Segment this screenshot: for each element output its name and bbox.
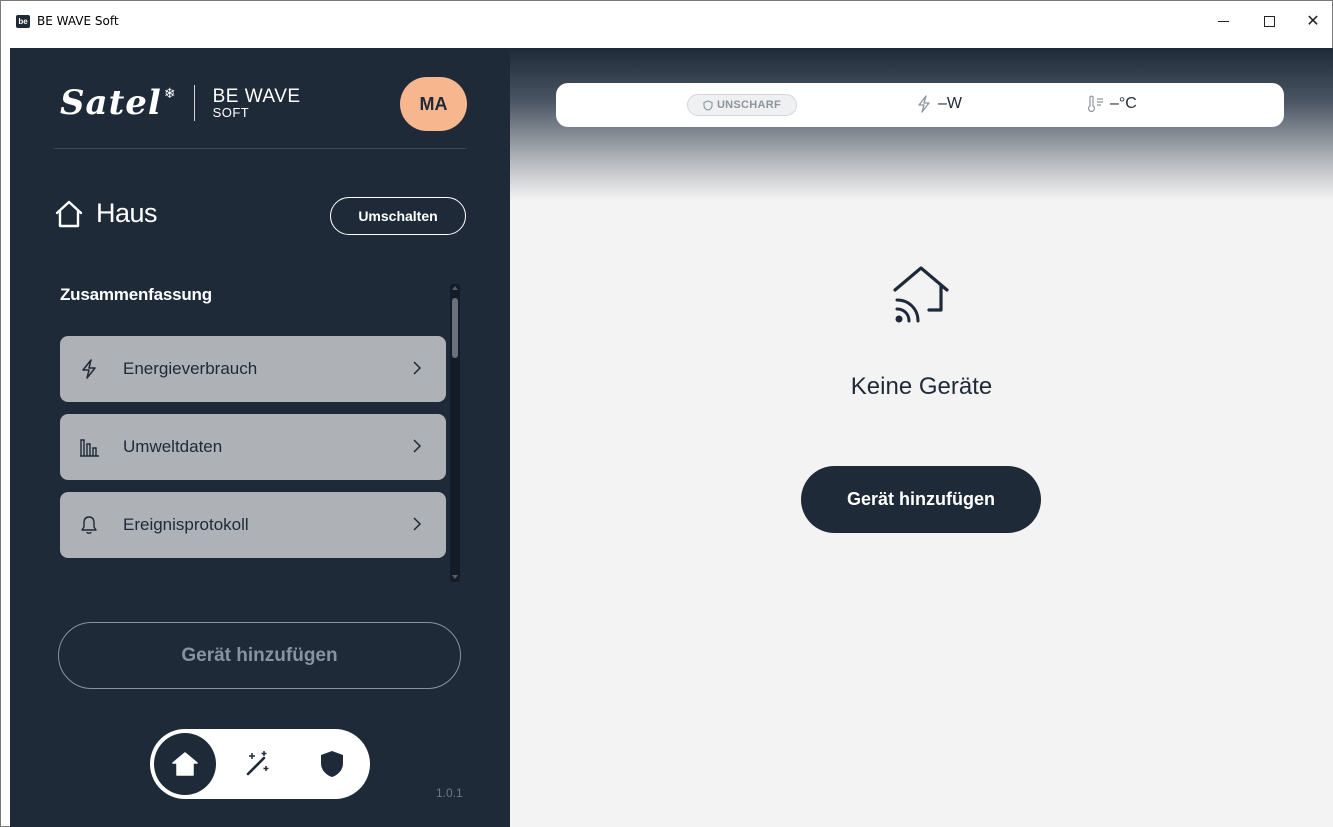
app-window: be BE WAVE Soft ✕ Satel ❄ BE WAVE SOFT M… <box>0 0 1333 827</box>
scroll-down-arrow-icon[interactable] <box>452 575 458 579</box>
title-bar: be BE WAVE Soft ✕ <box>1 1 1332 41</box>
chevron-right-icon <box>413 517 422 531</box>
bewave-logo-line2: SOFT <box>212 105 250 120</box>
chevron-right-icon <box>413 439 422 453</box>
power-value: –W <box>938 95 962 112</box>
summary-item-label: Ereignisprotokoll <box>123 515 249 534</box>
power-readout: –W <box>916 95 962 113</box>
brand-logo: Satel ❄ BE WAVE SOFT <box>60 83 301 123</box>
main-content: UNSCHARF –W –°C Keine Geräte Gerät hinzu… <box>510 48 1333 827</box>
satel-logo-mark-icon: ❄ <box>163 84 176 101</box>
main-add-device-button[interactable]: Gerät hinzufügen <box>801 466 1041 533</box>
summary-item-energy[interactable]: Energieverbrauch <box>60 336 446 402</box>
bottom-navigation <box>150 729 370 799</box>
sidebar: Satel ❄ BE WAVE SOFT MA Haus Umschalten … <box>10 48 510 827</box>
chevron-right-icon <box>413 361 422 375</box>
nav-home-button[interactable] <box>154 733 216 795</box>
temperature-value: –°C <box>1110 95 1137 112</box>
bell-icon <box>81 516 97 534</box>
maximize-icon <box>1263 15 1275 27</box>
location-title: Haus <box>96 198 158 228</box>
smart-home-wifi-icon <box>893 266 949 323</box>
status-bar: UNSCHARF –W –°C <box>556 83 1284 127</box>
switch-location-button[interactable]: Umschalten <box>330 197 466 235</box>
summary-item-event-log[interactable]: Ereignisprotokoll <box>60 492 446 558</box>
close-icon: ✕ <box>1306 13 1320 30</box>
shield-outline-icon <box>703 99 713 111</box>
bewave-logo: BE WAVE SOFT <box>213 87 301 119</box>
summary-heading: Zusammenfassung <box>60 285 212 304</box>
lightning-icon <box>918 95 930 113</box>
summary-item-environment[interactable]: Umweltdaten <box>60 414 446 480</box>
thermometer-icon <box>1088 95 1103 113</box>
summary-item-label: Umweltdaten <box>123 437 223 456</box>
window-title: BE WAVE Soft <box>37 14 119 28</box>
bar-chart-icon <box>80 439 99 457</box>
home-icon <box>172 752 198 776</box>
minimize-button[interactable] <box>1200 1 1246 41</box>
close-button[interactable]: ✕ <box>1290 1 1333 41</box>
temperature-readout: –°C <box>1086 95 1137 113</box>
location-header: Haus <box>54 198 158 229</box>
empty-state-title: Keine Geräte <box>850 373 993 400</box>
scrollbar-thumb[interactable] <box>452 298 458 358</box>
logo-divider <box>193 85 195 121</box>
maximize-button[interactable] <box>1246 1 1292 41</box>
scroll-up-arrow-icon[interactable] <box>452 286 458 290</box>
summary-item-label: Energieverbrauch <box>123 359 258 378</box>
satel-logo: Satel <box>60 83 162 123</box>
magic-wand-icon[interactable] <box>242 749 272 779</box>
app-version: 1.0.1 <box>436 786 463 800</box>
bewave-logo-line1: BE WAVE <box>212 86 301 107</box>
app-logo-icon: be <box>16 15 30 28</box>
arm-status-text: UNSCHARF <box>716 99 782 111</box>
sidebar-divider <box>54 148 466 149</box>
arm-status-badge[interactable]: UNSCHARF <box>687 94 797 116</box>
house-outline-icon <box>55 200 83 227</box>
sidebar-add-device-button[interactable]: Gerät hinzufügen <box>58 622 461 689</box>
summary-scrollbar[interactable] <box>450 284 460 582</box>
lightning-icon <box>82 359 96 379</box>
minimize-icon <box>1217 20 1229 22</box>
shield-icon[interactable] <box>318 749 346 779</box>
user-avatar[interactable]: MA <box>400 77 467 131</box>
